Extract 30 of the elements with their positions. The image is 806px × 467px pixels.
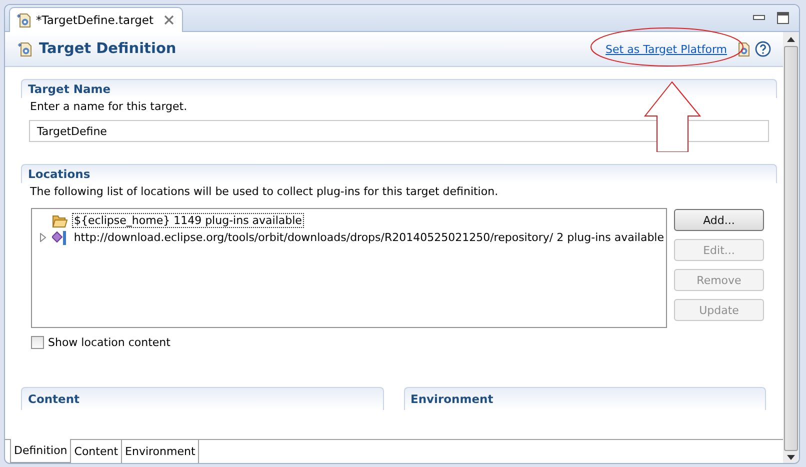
name-field[interactable]: TargetDefine — [29, 120, 769, 142]
maximize-icon[interactable] — [777, 12, 789, 24]
tree-item[interactable]: http://download.eclipse.org/tools/orbit/downloads/drops/R20140525021250/repository/ 2 plug-ins available — [72, 230, 666, 245]
checkbox-label: Show location content — [48, 336, 170, 349]
section-description: The following list of locations will be used to collect plug-ins for this target definition. — [29, 184, 500, 198]
folder-icon — [52, 214, 68, 228]
repository-icon — [52, 230, 68, 246]
page-tab[interactable]: Content — [71, 440, 122, 463]
scrollbar[interactable] — [783, 32, 799, 463]
minimize-icon[interactable] — [753, 15, 765, 21]
target-file-icon — [17, 41, 33, 57]
editor-tab[interactable]: *TargetDefine.target — [9, 7, 182, 32]
tree-item[interactable]: ${eclipse_home} 1149 plug-ins available — [72, 213, 304, 228]
page-tab[interactable]: Environment — [122, 440, 200, 463]
scroll-down-icon[interactable] — [787, 455, 795, 460]
scroll-up-icon[interactable] — [787, 37, 795, 42]
section-description: Enter a name for this target. — [29, 99, 188, 113]
target-file-icon — [16, 12, 32, 28]
section-title: Locations — [28, 167, 90, 181]
section-title: Content — [28, 392, 80, 406]
scroll-thumb[interactable] — [784, 46, 798, 451]
action-button[interactable]: Add... — [674, 209, 764, 231]
close-icon[interactable] — [164, 15, 174, 25]
checkbox[interactable] — [31, 336, 44, 349]
help-icon[interactable] — [755, 41, 771, 57]
form-title: Target Definition — [39, 41, 176, 57]
page-tab[interactable]: Definition — [10, 439, 72, 463]
section-title: Environment — [410, 392, 494, 406]
section-title: Target Name — [28, 82, 110, 96]
expand-icon[interactable] — [40, 233, 46, 242]
